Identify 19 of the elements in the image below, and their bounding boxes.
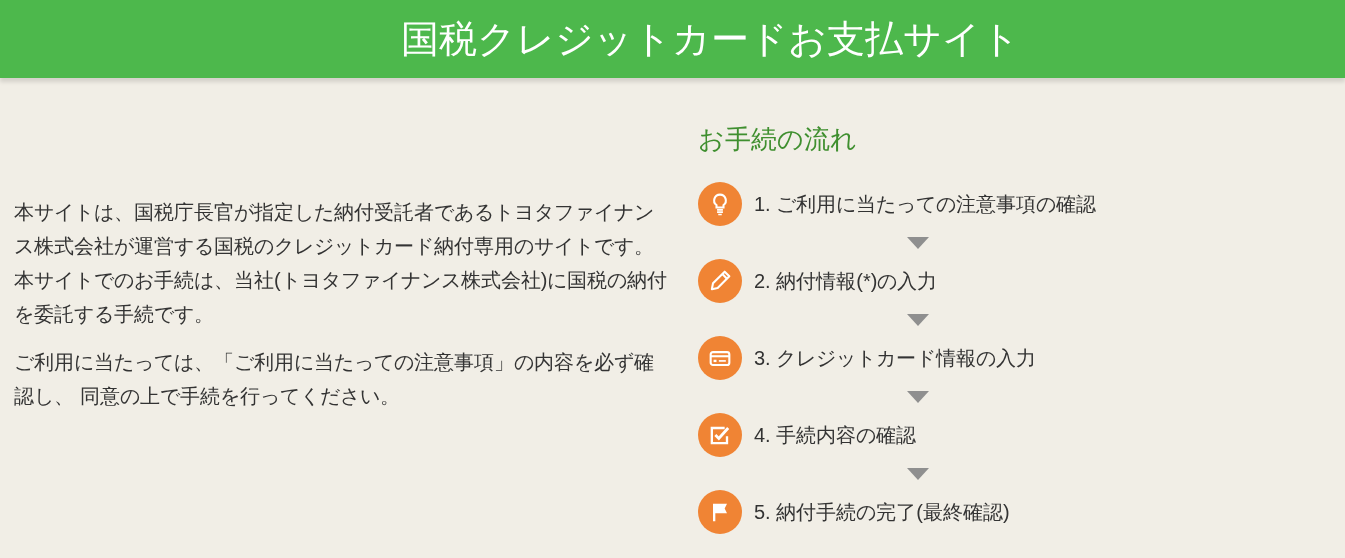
intro-text: ご利用に当たっては、「ご利用に当たっての注意事項」の内容を必ず確認し、 同意の上で手続を行ってください。 — [14, 350, 655, 409]
step-label: 4. 手続内容の確認 — [754, 423, 917, 448]
down-arrow-icon — [907, 313, 929, 326]
step-label: 1. ご利用に当たっての注意事項の確認 — [754, 192, 1097, 217]
lightbulb-icon — [698, 182, 742, 226]
down-arrow-icon — [907, 390, 929, 403]
intro-text: 本サイトでのお手続は、当社(トヨタファイナンス株式会社)に国税の納付を委託する手続です。 — [14, 268, 669, 327]
credit-card-icon — [698, 336, 742, 380]
checkbox-icon — [698, 413, 742, 457]
down-arrow-icon — [907, 467, 929, 480]
pencil-icon — [698, 259, 742, 303]
step-label: 3. クレジットカード情報の入力 — [754, 346, 1037, 371]
flag-icon — [698, 490, 742, 534]
section-heading: お手続の流れ — [698, 126, 858, 152]
down-arrow-icon — [907, 236, 929, 249]
step-label: 5. 納付手続の完了(最終確認) — [754, 500, 1010, 525]
intro-text: 本サイトは、国税庁長官が指定した納付受託者であるトヨタファイナンス株式会社が運営する国税のクレジットカード納付専用のサイトです。 — [14, 200, 655, 259]
site-title: 国税クレジットカードお支払サイト — [401, 20, 1020, 58]
step-label: 2. 納付情報(*)の入力 — [754, 269, 938, 294]
